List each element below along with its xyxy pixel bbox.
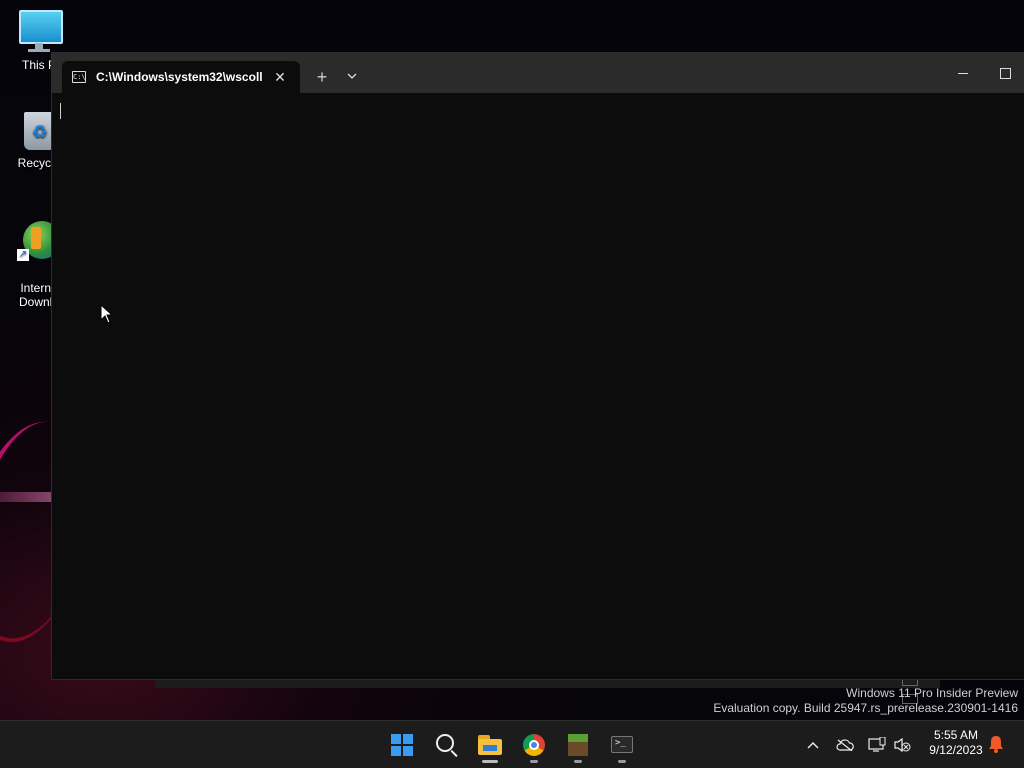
clock-time: 5:55 AM bbox=[933, 728, 979, 742]
terminal-button[interactable] bbox=[604, 727, 640, 763]
minecraft-button[interactable] bbox=[560, 727, 596, 763]
chevron-up-icon bbox=[807, 742, 819, 749]
running-indicator bbox=[482, 760, 498, 763]
windows-logo-icon bbox=[391, 734, 413, 756]
mouse-pointer-icon bbox=[100, 304, 114, 324]
new-tab-button[interactable]: + bbox=[310, 65, 334, 89]
taskbar: 5:55 AM 9/12/2023 bbox=[0, 720, 1024, 768]
watermark-line-2: Evaluation copy. Build 25947.rs_prerelea… bbox=[713, 701, 1018, 715]
console-area[interactable] bbox=[52, 93, 1024, 679]
volume-muted-icon bbox=[894, 737, 911, 753]
evaluation-watermark: Windows 11 Pro Insider Preview Evaluatio… bbox=[713, 686, 1018, 716]
clock[interactable]: 5:55 AM 9/12/2023 bbox=[916, 728, 996, 758]
computer-icon bbox=[17, 10, 63, 54]
running-indicator bbox=[618, 760, 626, 763]
search-icon bbox=[436, 734, 454, 752]
file-explorer-button[interactable] bbox=[472, 727, 508, 763]
terminal-icon bbox=[611, 736, 633, 753]
network-button[interactable] bbox=[865, 733, 889, 757]
cloud-offline-icon bbox=[836, 739, 854, 752]
cmd-icon: C:\ bbox=[72, 71, 86, 83]
network-icon bbox=[868, 736, 886, 752]
folder-icon bbox=[478, 735, 502, 755]
volume-button[interactable] bbox=[890, 733, 914, 757]
terminal-window[interactable]: C:\ C:\Windows\system32\wscoll ✕ + bbox=[51, 52, 1024, 680]
profiles-dropdown-button[interactable] bbox=[340, 65, 364, 89]
tab-title: C:\Windows\system32\wscoll bbox=[96, 70, 262, 84]
close-tab-button[interactable]: ✕ bbox=[270, 67, 290, 87]
running-indicator bbox=[530, 760, 538, 763]
show-hidden-icons-button[interactable] bbox=[801, 733, 825, 757]
chrome-icon bbox=[523, 734, 545, 756]
chrome-button[interactable] bbox=[516, 727, 552, 763]
notification-bell-icon[interactable] bbox=[988, 735, 1004, 753]
title-bar[interactable]: C:\ C:\Windows\system32\wscoll ✕ + bbox=[52, 53, 1024, 93]
start-button[interactable] bbox=[384, 727, 420, 763]
chevron-down-icon bbox=[347, 73, 357, 79]
tab-cmd[interactable]: C:\ C:\Windows\system32\wscoll ✕ bbox=[62, 61, 300, 93]
maximize-button[interactable] bbox=[986, 53, 1024, 93]
clock-date: 9/12/2023 bbox=[929, 743, 983, 757]
text-cursor bbox=[60, 103, 61, 119]
search-button[interactable] bbox=[428, 727, 464, 763]
onedrive-button[interactable] bbox=[833, 733, 857, 757]
minimize-button[interactable] bbox=[940, 53, 986, 93]
watermark-line-1: Windows 11 Pro Insider Preview bbox=[846, 686, 1018, 700]
minecraft-icon bbox=[568, 734, 588, 756]
running-indicator bbox=[574, 760, 582, 763]
